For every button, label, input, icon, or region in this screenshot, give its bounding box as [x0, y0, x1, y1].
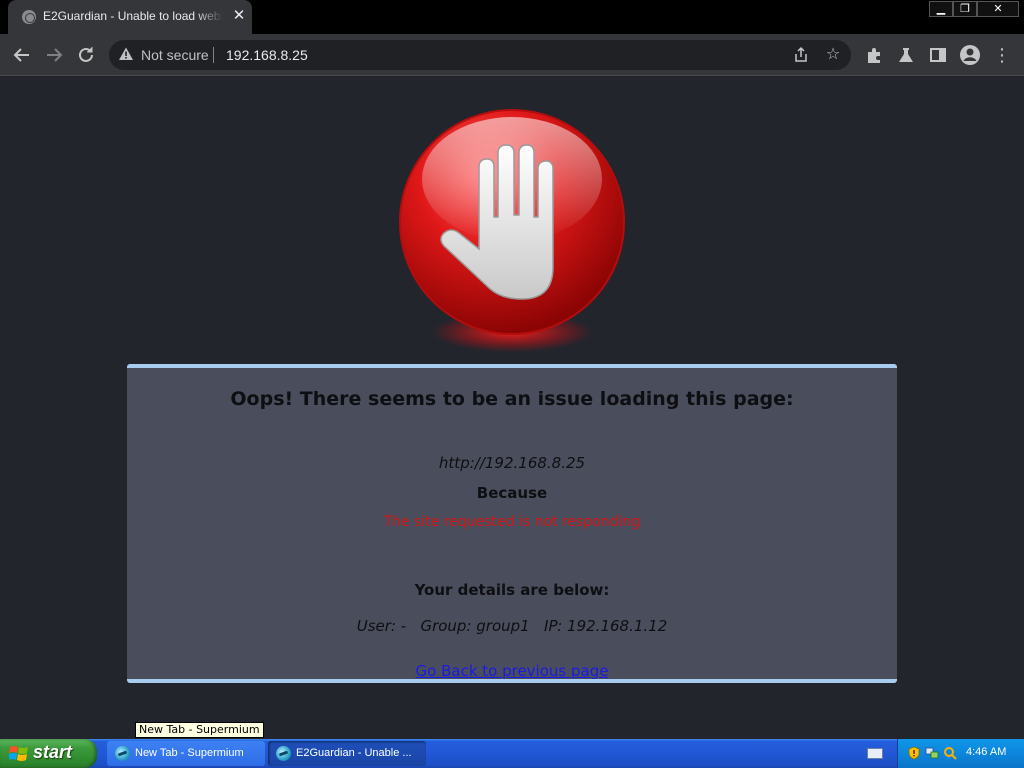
- windows-logo-icon: [9, 746, 28, 761]
- network-icon[interactable]: [925, 746, 939, 760]
- keyboard-icon[interactable]: [867, 748, 883, 759]
- reload-icon[interactable]: [73, 42, 99, 68]
- taskbar-item-e2guardian[interactable]: E2Guardian - Unable ...: [268, 741, 426, 766]
- close-window-button[interactable]: ✕: [977, 1, 1019, 17]
- extensions-icon[interactable]: [861, 42, 887, 68]
- tab-close-icon[interactable]: ✕: [229, 6, 249, 26]
- page-content: Oops! There seems to be an issue loading…: [0, 77, 1024, 739]
- supermium-icon: [276, 746, 291, 761]
- error-heading: Oops! There seems to be an issue loading…: [230, 388, 794, 410]
- blocked-url: http://192.168.8.25: [438, 454, 586, 472]
- side-panel-icon[interactable]: [925, 42, 951, 68]
- error-reason: The site requested is not responding: [383, 514, 641, 530]
- taskbar-item-label: E2Guardian - Unable ...: [296, 747, 412, 759]
- address-bar[interactable]: Not secure 192.168.8.25 ☆: [109, 40, 851, 70]
- browser-tab-active[interactable]: E2Guardian - Unable to load website ✕: [8, 0, 252, 34]
- error-panel: Oops! There seems to be an issue loading…: [127, 364, 897, 683]
- because-label: Because: [476, 484, 548, 502]
- taskbar-item-label: New Tab - Supermium: [135, 747, 244, 759]
- back-icon[interactable]: [9, 42, 35, 68]
- system-tray: 4:46 AM: [897, 739, 1024, 768]
- security-shield-icon[interactable]: [907, 746, 921, 760]
- share-icon[interactable]: [790, 44, 812, 66]
- url-text[interactable]: 192.168.8.25: [226, 47, 308, 63]
- taskbar: start New Tab - Supermium E2Guardian - U…: [0, 739, 1024, 768]
- stop-hand-icon: [399, 109, 625, 352]
- restore-button[interactable]: ❐: [953, 1, 977, 17]
- details-heading: Your details are below:: [414, 581, 610, 599]
- go-back-link[interactable]: Go Back to previous page: [127, 662, 897, 680]
- globe-icon: [22, 10, 36, 24]
- user-details: User: - Group: group1 IP: 192.168.1.12: [356, 617, 668, 635]
- taskbar-item-new-tab[interactable]: New Tab - Supermium: [107, 741, 265, 766]
- bookmark-star-icon[interactable]: ☆: [822, 44, 844, 66]
- omnibox-divider: [213, 47, 214, 63]
- browser-toolbar: Not secure 192.168.8.25 ☆ ⋮: [0, 34, 1024, 76]
- menu-kebab-icon[interactable]: ⋮: [989, 42, 1015, 68]
- tab-title: E2Guardian - Unable to load website: [43, 9, 223, 23]
- warning-icon[interactable]: [118, 46, 134, 62]
- labs-flask-icon[interactable]: [893, 42, 919, 68]
- clock[interactable]: 4:46 AM: [966, 746, 1006, 758]
- minimize-button[interactable]: ▁: [929, 1, 953, 17]
- supermium-icon: [115, 746, 130, 761]
- taskbar-tooltip: New Tab - Supermium: [135, 722, 264, 738]
- browser-titlebar: E2Guardian - Unable to load website ✕ ▁ …: [0, 0, 1024, 34]
- forward-icon[interactable]: [41, 42, 67, 68]
- start-label: start: [33, 742, 73, 762]
- profile-avatar-icon[interactable]: [957, 42, 983, 68]
- search-tray-icon[interactable]: [943, 746, 957, 760]
- start-button[interactable]: start: [0, 739, 97, 768]
- security-status-label[interactable]: Not secure: [141, 47, 209, 63]
